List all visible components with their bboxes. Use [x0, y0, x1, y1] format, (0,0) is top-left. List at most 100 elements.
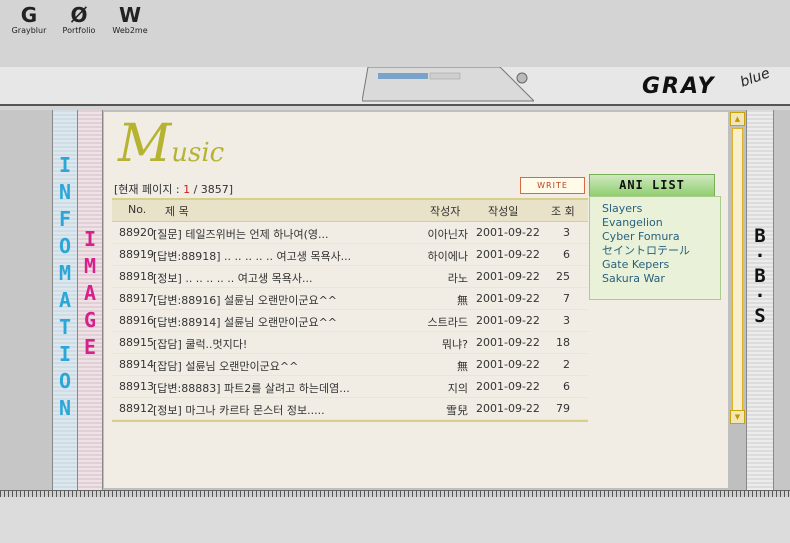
post-row[interactable]: 88915 [잡담] 쿨럭..멋지다! 뭐냐? 2001-09-22 18 [112, 332, 588, 354]
bottom-area [0, 497, 790, 543]
post-row[interactable]: 88919 [답변:88918] .. .. .. .. .. 여고생 목욕사..… [112, 244, 588, 266]
bbs-menu[interactable]: B · B · S [746, 110, 774, 490]
col-no-header: No. [128, 203, 147, 216]
gray-logo[interactable]: GRAY [642, 74, 715, 99]
scroll-track[interactable] [732, 128, 743, 412]
col-views-header: 조 회 [551, 205, 575, 218]
post-number: 88917 [119, 292, 154, 305]
grayblur-icon: G [20, 3, 38, 27]
portfolio-icon: Ø [70, 3, 88, 27]
image-label: I M A G E [83, 227, 97, 359]
web2me-icon: W [118, 3, 142, 27]
scroll-down-icon[interactable]: ▼ [730, 410, 745, 424]
post-title-link[interactable]: [답변:88916] 설륜님 오랜만이군요^^ [153, 292, 415, 308]
post-views: 25 [556, 270, 570, 283]
right-frame-edge [772, 110, 790, 490]
ani-list-item[interactable]: Cyber Fomura [602, 230, 680, 244]
web2me-button[interactable]: W Web2me [110, 4, 150, 35]
post-row[interactable]: 88912 [정보] 마그나 카르타 몬스터 정보..... 雪兒 2001-09-2… [112, 398, 588, 420]
post-date: 2001-09-22 [476, 314, 540, 327]
left-frame-edge [0, 110, 53, 490]
post-number: 88920 [119, 226, 154, 239]
post-author: 라노 [447, 272, 468, 285]
toolbar-divider [0, 104, 790, 106]
ani-list-item[interactable]: セイントロテール [602, 244, 690, 258]
image-menu[interactable]: I M A G E [78, 110, 103, 490]
ani-list-item[interactable]: Sakura War [602, 272, 665, 286]
content-scrollbar[interactable]: ▲ ▼ [729, 112, 745, 426]
write-button[interactable]: WRITE [520, 177, 585, 194]
portfolio-button[interactable]: Ø Portfolio [60, 4, 98, 35]
bottom-ruler [0, 490, 790, 497]
post-date: 2001-09-22 [476, 270, 540, 283]
page-indicator: [현재 페이지 : 1 / 3857] [114, 181, 233, 197]
page-title-rest: usic [171, 138, 225, 168]
post-row[interactable]: 88917 [답변:88916] 설륜님 오랜만이군요^^ 無 2001-09-22 7 [112, 288, 588, 310]
post-author: 이아닌자 [427, 228, 468, 241]
information-label: I N F O M A T I O N [58, 153, 72, 420]
post-number: 88919 [119, 248, 154, 261]
post-row[interactable]: 88920 [질문] 테일즈위버는 언제 하나여(영... 이아닌자 2001-09-… [112, 222, 588, 244]
col-author-header: 작성자 [430, 205, 461, 218]
post-author: 雪兒 [446, 404, 468, 417]
grayblur-label: Grayblur [11, 26, 47, 35]
col-title-header: 제 목 [165, 205, 189, 218]
post-row[interactable]: 88916 [답변:88914] 설륜님 오랜만이군요^^ 스트라드 2001-09-… [112, 310, 588, 332]
post-row[interactable]: 88918 [정보] .. .. .. .. .. 여고생 목욕사... 라노 200… [112, 266, 588, 288]
ani-list-panel: ANI LIST Slayers Evangelion Cyber Fomura セイ… [589, 174, 721, 300]
col-date-header: 작성일 [488, 205, 519, 218]
post-number: 88916 [119, 314, 154, 327]
post-author: 하이에나 [427, 250, 468, 263]
post-row[interactable]: 88913 [답변:88883] 파트2를 살려고 하는데염... 지의 2001-0… [112, 376, 588, 398]
post-list-header: No. 제 목 작성자 작성일 조 회 [112, 198, 588, 222]
page-title: Music [118, 118, 224, 170]
post-title-link[interactable]: [정보] 마그나 카르타 몬스터 정보..... [153, 402, 415, 418]
ani-list-item[interactable]: Gate Kepers [602, 258, 669, 272]
post-rows: 88920 [질문] 테일즈위버는 언제 하나여(영... 이아닌자 2001-09-… [112, 222, 588, 420]
post-date: 2001-09-22 [476, 358, 540, 371]
post-title-link[interactable]: [답변:88914] 설륜님 오랜만이군요^^ [153, 314, 415, 330]
post-list: No. 제 목 작성자 작성일 조 회 88920 [질문] 테일즈위버는 언제 … [112, 198, 588, 422]
post-views: 3 [563, 226, 570, 239]
post-date: 2001-09-22 [476, 226, 540, 239]
post-title-link[interactable]: [질문] 테일즈위버는 언제 하나여(영... [153, 226, 415, 242]
ani-list-title: ANI LIST [589, 174, 715, 197]
post-views: 79 [556, 402, 570, 415]
page-title-initial: M [118, 114, 172, 174]
post-views: 6 [563, 380, 570, 393]
post-date: 2001-09-22 [476, 402, 540, 415]
post-author: 지의 [447, 382, 468, 395]
post-date: 2001-09-22 [476, 248, 540, 261]
post-number: 88915 [119, 336, 154, 349]
ani-list-item[interactable]: Slayers [602, 202, 642, 216]
post-title-link[interactable]: [잡담] 쿨럭..멋지다! [153, 336, 415, 352]
information-menu[interactable]: I N F O M A T I O N [52, 110, 78, 490]
post-title-link[interactable]: [잡담] 설륜님 오랜만이군요^^ [153, 358, 415, 374]
post-title-link[interactable]: [답변:88918] .. .. .. .. .. 여고생 목욕사... [153, 248, 415, 264]
post-row[interactable]: 88914 [잡담] 설륜님 오랜만이군요^^ 無 2001-09-22 2 [112, 354, 588, 376]
grayblur-button[interactable]: G Grayblur [10, 4, 48, 35]
post-title-link[interactable]: [답변:88883] 파트2를 살려고 하는데염... [153, 380, 415, 396]
post-number: 88918 [119, 270, 154, 283]
post-list-footer-line [112, 420, 588, 422]
ani-list-item[interactable]: Evangelion [602, 216, 663, 230]
page-indicator-prefix: [현재 페이지 : [114, 183, 184, 196]
bbs-label: B · B · S [754, 225, 766, 327]
post-title-link[interactable]: [정보] .. .. .. .. .. 여고생 목욕사... [153, 270, 415, 286]
post-number: 88913 [119, 380, 154, 393]
post-author: 無 [457, 360, 468, 373]
post-author: 뭐냐? [441, 338, 468, 351]
post-number: 88914 [119, 358, 154, 371]
post-views: 3 [563, 314, 570, 327]
post-views: 2 [563, 358, 570, 371]
ani-list-box: Slayers Evangelion Cyber Fomura セイントロテール Gat… [589, 196, 721, 300]
scroll-up-icon[interactable]: ▲ [730, 112, 745, 126]
post-views: 18 [556, 336, 570, 349]
post-date: 2001-09-22 [476, 380, 540, 393]
post-number: 88912 [119, 402, 154, 415]
page-indicator-suffix: / 3857] [190, 183, 234, 196]
portfolio-label: Portfolio [62, 26, 96, 35]
toolbar-tab-decoration-icon [362, 67, 534, 102]
post-views: 7 [563, 292, 570, 305]
web2me-label: Web2me [112, 26, 148, 35]
